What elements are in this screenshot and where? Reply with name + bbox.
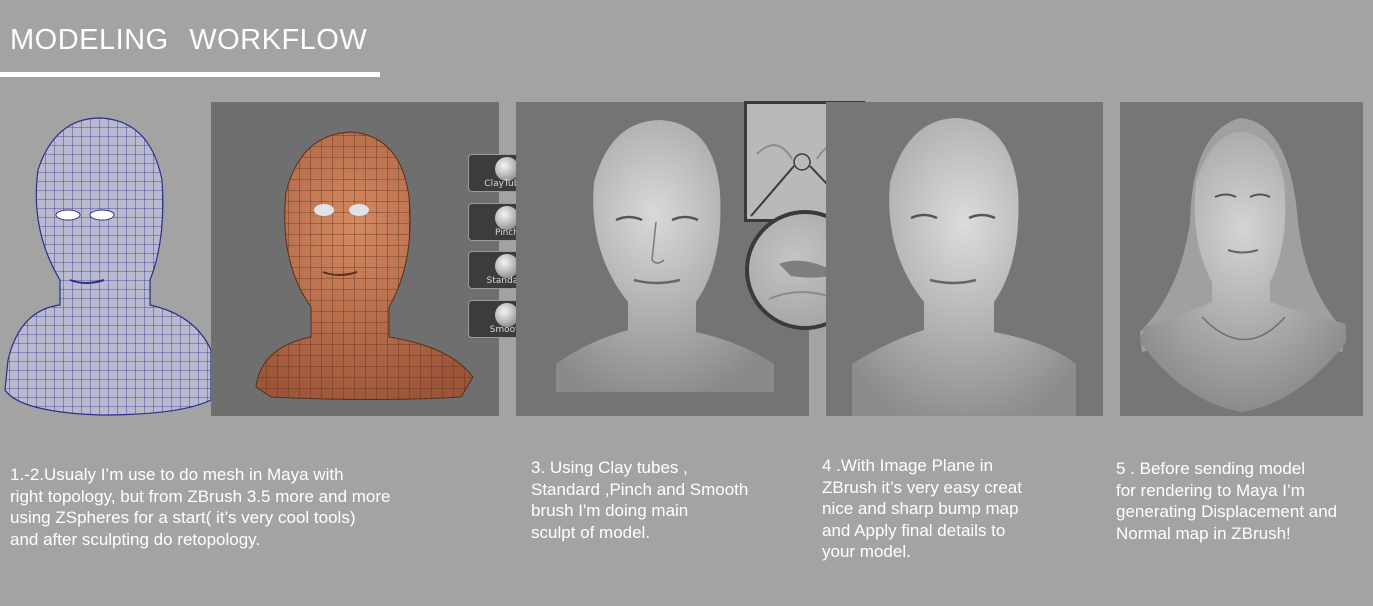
step-1-2-description: 1.-2.Usualy I’m use to do mesh in Maya w… — [10, 464, 390, 550]
description-line: and after sculpting do retopology. — [10, 529, 261, 549]
description-line: Standard ,Pinch and Smooth — [531, 479, 749, 499]
description-line: Normal map in ZBrush! — [1116, 523, 1291, 543]
description-line: brush I'm doing main — [531, 501, 689, 520]
final-head-with-hair-image — [1120, 102, 1363, 416]
description-line: 4 .With Image Plane in — [822, 456, 994, 475]
step-3-description: 3. Using Clay tubes , Standard ,Pinch an… — [531, 457, 748, 543]
description-line: sculpt of model. — [531, 522, 651, 542]
description-line: right topology, but from ZBrush 3.5 more… — [10, 486, 391, 506]
title-underline — [0, 72, 380, 77]
step-4-description: 4 .With Image Plane in ZBrush it’s very … — [822, 455, 1022, 563]
description-line: using ZSpheres for a start( it’s very co… — [10, 508, 356, 527]
orange-base-mesh-image — [211, 102, 499, 416]
description-line: for rendering to Maya I’m — [1116, 480, 1305, 500]
description-line: generating Displacement and — [1116, 502, 1338, 521]
description-line: nice and sharp bump map — [822, 499, 1019, 518]
description-line: and Apply final details to — [822, 520, 1006, 540]
step-5-description: 5 . Before sending model for rendering t… — [1116, 458, 1337, 544]
description-line: 3. Using Clay tubes , — [531, 458, 688, 477]
wireframe-head-image — [0, 100, 211, 418]
detailed-head-image — [826, 102, 1103, 416]
description-line: your model. — [822, 542, 911, 561]
description-line: 1.-2.Usualy I’m use to do mesh in Maya w… — [10, 465, 344, 484]
description-line: 5 . Before sending model — [1116, 459, 1306, 478]
page-title: MODELING WORKFLOW — [10, 24, 368, 56]
description-line: ZBrush it’s very easy creat — [822, 477, 1022, 497]
